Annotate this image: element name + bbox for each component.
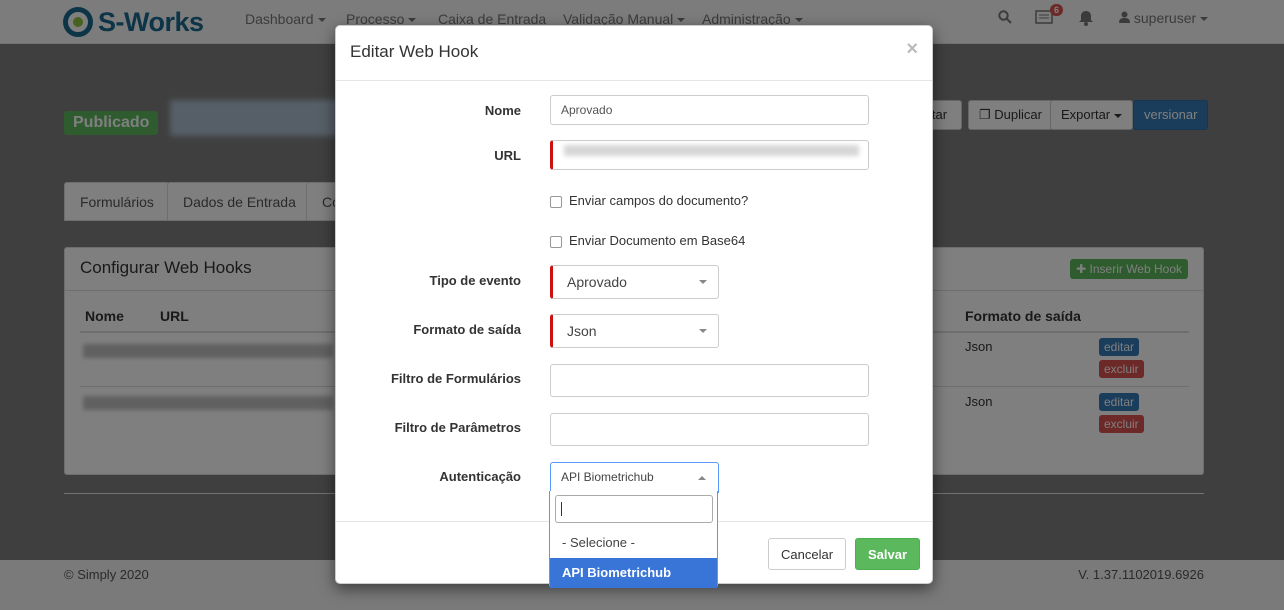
chevron-down-icon: [699, 280, 707, 284]
dropdown-option-selecione[interactable]: - Selecione -: [550, 528, 717, 558]
url-label: URL: [494, 148, 521, 163]
auth-label: Autenticação: [439, 469, 521, 484]
close-icon[interactable]: ×: [906, 38, 918, 61]
dropdown-search-input[interactable]: [555, 495, 713, 523]
send-base64-checkbox[interactable]: [550, 236, 562, 248]
chevron-up-icon: [698, 476, 706, 480]
output-format-select[interactable]: Json: [550, 314, 719, 348]
send-base64-label: Enviar Documento em Base64: [569, 233, 746, 248]
event-type-value: Aprovado: [567, 274, 627, 290]
param-filter-label: Filtro de Parâmetros: [394, 420, 521, 435]
dropdown-option-api-biometrichub[interactable]: API Biometrichub: [550, 558, 717, 588]
modal-title: Editar Web Hook: [350, 42, 479, 61]
url-value-redacted: [564, 145, 859, 156]
send-fields-label: Enviar campos do documento?: [569, 193, 749, 208]
modal-header: Editar Web Hook ×: [336, 26, 932, 81]
auth-dropdown: - Selecione - API Biometrichub: [549, 491, 718, 588]
text-cursor: [561, 502, 562, 516]
param-filter-field[interactable]: [550, 413, 869, 446]
cancel-button[interactable]: Cancelar: [768, 538, 847, 570]
chevron-down-icon: [699, 329, 707, 333]
output-format-label: Formato de saída: [413, 322, 521, 337]
auth-select[interactable]: API Biometrichub: [550, 462, 719, 493]
auth-value: API Biometrichub: [561, 470, 654, 484]
output-format-value: Json: [567, 323, 597, 339]
nome-label: Nome: [484, 103, 521, 118]
nome-field[interactable]: [550, 95, 869, 125]
save-button[interactable]: Salvar: [855, 538, 921, 570]
event-type-label: Tipo de evento: [429, 273, 522, 288]
form-filter-label: Filtro de Formulários: [390, 371, 521, 386]
send-fields-checkbox[interactable]: [550, 196, 562, 208]
form-filter-field[interactable]: [550, 364, 869, 397]
event-type-select[interactable]: Aprovado: [550, 265, 719, 299]
